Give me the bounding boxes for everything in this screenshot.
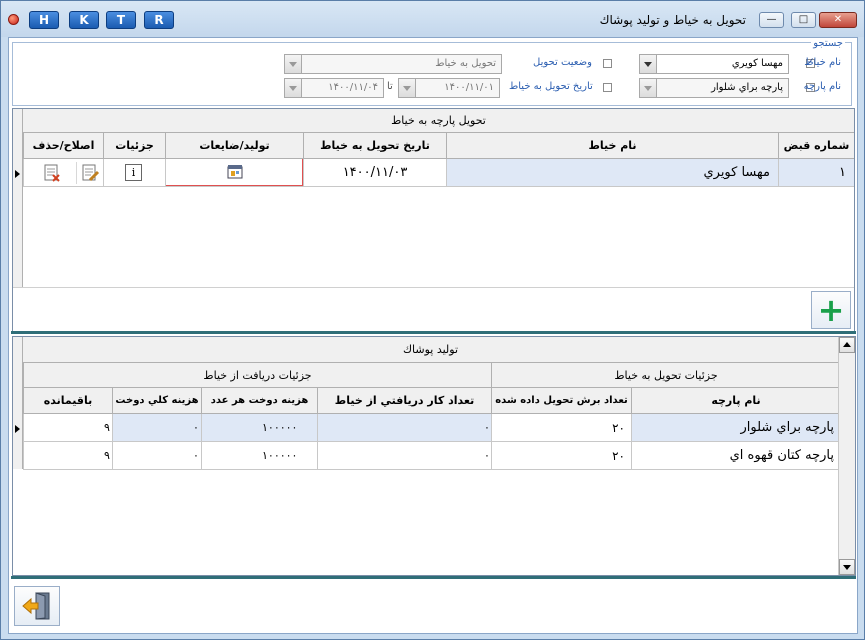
window-title: تحويل به خياط و توليد پوشاك bbox=[599, 13, 746, 27]
delivery-status-label: وضعيت تحويل bbox=[533, 57, 592, 68]
column-total-cost[interactable]: هزينه كلي دوخت bbox=[112, 388, 201, 414]
maximize-button[interactable]: □ bbox=[791, 12, 816, 28]
exit-door-icon[interactable] bbox=[21, 591, 53, 621]
chevron-down-icon[interactable] bbox=[399, 79, 416, 97]
hotkey-t-button[interactable]: T bbox=[106, 11, 136, 29]
title-bar: H K T R تحويل به خياط و توليد پوشاك — □ … bbox=[1, 1, 864, 37]
column-delivery-date[interactable]: تاريخ تحويل به خياط bbox=[303, 133, 446, 159]
delivery-date-label: تاريخ تحويل به خياط bbox=[509, 81, 593, 92]
hotkey-k-button[interactable]: K bbox=[69, 11, 99, 29]
cell-unit-cost[interactable]: ۱۰۰۰۰۰ bbox=[201, 414, 317, 442]
chevron-down-icon[interactable] bbox=[285, 79, 302, 97]
delivery-grid-footer: + bbox=[13, 287, 854, 331]
search-legend: جستجو bbox=[811, 38, 845, 49]
cell-fabric-name[interactable]: پارچه براي شلوار bbox=[631, 414, 840, 442]
column-edit-delete[interactable]: اصلاح/حذف bbox=[23, 133, 103, 159]
info-icon[interactable]: i bbox=[125, 164, 142, 181]
cell-cut-count[interactable]: ۲۰ bbox=[491, 442, 631, 470]
delete-icon[interactable] bbox=[42, 163, 62, 183]
production-grid: توليد پوشاك جزئيات تحويل به خياط جزئيات … bbox=[12, 336, 856, 576]
app-icon bbox=[8, 14, 19, 25]
delivery-status-combo[interactable]: تحويل به خياط bbox=[284, 54, 502, 74]
cell-production[interactable] bbox=[165, 159, 303, 187]
tailor-name-label: نام خياط bbox=[804, 57, 841, 68]
main-window: H K T R تحويل به خياط و توليد پوشاك — □ … bbox=[0, 0, 865, 640]
group-received-details: جزئيات دريافت از خياط bbox=[23, 363, 491, 388]
cell-remaining[interactable]: ۹ bbox=[23, 442, 112, 470]
fabric-name-label: نام پارچه bbox=[803, 81, 841, 92]
splitter[interactable] bbox=[11, 331, 856, 334]
cell-remaining[interactable]: ۹ bbox=[23, 414, 112, 442]
highlight-box bbox=[166, 159, 303, 186]
fabric-name-combo[interactable]: پارچه براي شلوار bbox=[639, 78, 789, 98]
cell-delivery-date[interactable]: ۱۴۰۰/۱۱/۰۳ bbox=[303, 159, 446, 187]
chevron-down-icon[interactable] bbox=[640, 55, 657, 73]
vertical-scrollbar[interactable] bbox=[838, 337, 855, 575]
group-delivery-details: جزئيات تحويل به خياط bbox=[491, 363, 840, 388]
minimize-button[interactable]: — bbox=[759, 12, 784, 28]
chevron-down-icon[interactable] bbox=[285, 55, 302, 73]
cell-details[interactable]: i bbox=[103, 159, 165, 187]
date-from-value: ۱۴۰۰/۱۱/۰۱ bbox=[444, 82, 494, 93]
cell-received-count[interactable]: ۰ bbox=[317, 414, 491, 442]
cell-fabric-name[interactable]: پارچه كتان قهوه اي bbox=[631, 442, 840, 470]
tailor-name-value: مهسا كويري bbox=[731, 58, 783, 69]
exit-button[interactable] bbox=[14, 586, 60, 626]
date-to-label: تا bbox=[387, 81, 393, 92]
fabric-name-value: پارچه براي شلوار bbox=[711, 82, 783, 93]
scroll-up-icon[interactable] bbox=[839, 337, 855, 353]
production-grid-caption: توليد پوشاك bbox=[23, 337, 838, 363]
cell-cut-count[interactable]: ۲۰ bbox=[491, 414, 631, 442]
column-received-count[interactable]: تعداد كار دريافتي از خياط bbox=[317, 388, 491, 414]
footer-divider bbox=[11, 576, 856, 579]
column-details[interactable]: جزئيات bbox=[103, 133, 165, 159]
date-to-combo[interactable]: ۱۴۰۰/۱۱/۰۴ bbox=[284, 78, 384, 98]
delivery-status-value: تحويل به خياط bbox=[435, 58, 496, 69]
cell-unit-cost[interactable]: ۱۰۰۰۰۰ bbox=[201, 442, 317, 470]
scroll-down-icon[interactable] bbox=[839, 559, 855, 575]
hotkey-h-button[interactable]: H bbox=[29, 11, 59, 29]
column-unit-cost[interactable]: هزينه دوخت هر عدد bbox=[201, 388, 317, 414]
row-indicator-column bbox=[13, 109, 23, 287]
cell-edit-delete[interactable] bbox=[23, 159, 103, 187]
cell-receipt-no[interactable]: ۱ bbox=[778, 159, 854, 187]
cell-tailor-name[interactable]: مهسا كويري bbox=[446, 159, 778, 187]
close-button[interactable]: ✕ bbox=[819, 12, 857, 28]
chevron-down-icon[interactable] bbox=[640, 79, 657, 97]
cell-total-cost[interactable]: ۰ bbox=[112, 414, 201, 442]
date-to-value: ۱۴۰۰/۱۱/۰۴ bbox=[328, 82, 378, 93]
cell-received-count[interactable]: ۰ bbox=[317, 442, 491, 470]
current-row-indicator-icon bbox=[15, 425, 20, 433]
search-panel: جستجو نام خياط مهسا كويري وضعيت تحويل تح… bbox=[12, 38, 852, 106]
cell-total-cost[interactable]: ۰ bbox=[112, 442, 201, 470]
column-tailor-name[interactable]: نام خياط bbox=[446, 133, 778, 159]
current-row-indicator-icon bbox=[15, 170, 20, 178]
edit-icon[interactable] bbox=[80, 163, 100, 183]
column-receipt-no[interactable]: شماره قبض bbox=[778, 133, 854, 159]
hotkey-r-button[interactable]: R bbox=[144, 11, 174, 29]
delivery-date-checkbox[interactable] bbox=[603, 83, 612, 92]
column-remaining[interactable]: باقيمانده bbox=[23, 388, 112, 414]
column-production[interactable]: توليد/ضايعات bbox=[165, 133, 303, 159]
row-indicator-column bbox=[13, 337, 23, 469]
delivery-grid-caption: تحويل پارچه به خياط bbox=[23, 109, 854, 133]
column-cut-count[interactable]: تعداد برش تحويل داده شده bbox=[491, 388, 631, 414]
delivery-grid: تحويل پارچه به خياط شماره قبض نام خياط ت… bbox=[12, 108, 855, 332]
delivery-status-checkbox[interactable] bbox=[603, 59, 612, 68]
date-from-combo[interactable]: ۱۴۰۰/۱۱/۰۱ bbox=[398, 78, 500, 98]
tailor-name-combo[interactable]: مهسا كويري bbox=[639, 54, 789, 74]
add-button[interactable]: + bbox=[811, 291, 851, 329]
client-area: جستجو نام خياط مهسا كويري وضعيت تحويل تح… bbox=[8, 37, 858, 634]
icon-separator bbox=[76, 162, 77, 184]
column-fabric-name[interactable]: نام پارچه bbox=[631, 388, 840, 414]
